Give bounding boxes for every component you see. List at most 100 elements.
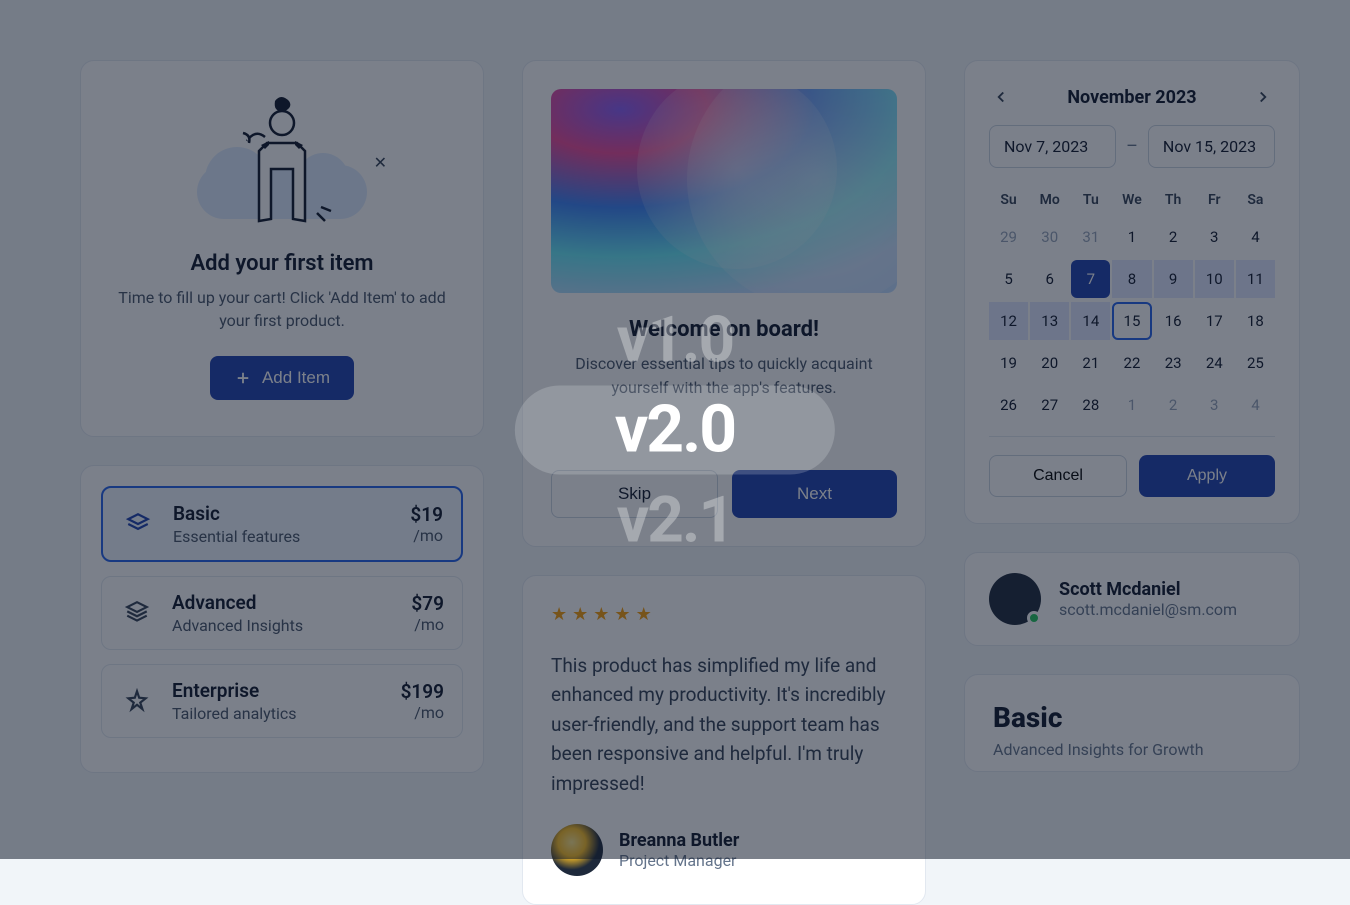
plan-period: /mo	[401, 703, 444, 722]
calendar-day[interactable]: 7	[1071, 260, 1110, 298]
empty-title: Add your first item	[109, 251, 455, 276]
star-icon: ★	[593, 604, 609, 625]
user-card[interactable]: Scott Mcdaniel scott.mcdaniel@sm.com	[964, 552, 1300, 646]
calendar-day[interactable]: 16	[1154, 302, 1193, 340]
calendar-day[interactable]: 22	[1112, 344, 1151, 382]
calendar-day[interactable]: 3	[1195, 218, 1234, 256]
dow-header: We	[1112, 186, 1151, 214]
calendar-day[interactable]: 31	[1071, 218, 1110, 256]
illustration: ✕	[177, 93, 387, 233]
onboarding-image	[551, 89, 897, 293]
plan-name: Advanced	[172, 591, 393, 614]
layers-icon	[121, 507, 155, 541]
plan-description: Advanced Insights	[172, 616, 393, 635]
calendar-day[interactable]: 30	[1030, 218, 1069, 256]
calendar-day[interactable]: 3	[1195, 386, 1234, 424]
star-icon: ★	[551, 604, 567, 625]
plan-option-basic[interactable]: Basic Essential features $19 /mo	[101, 486, 463, 562]
basic-title: Basic	[993, 701, 1271, 734]
calendar-day[interactable]: 24	[1195, 344, 1234, 382]
calendar-day[interactable]: 19	[989, 344, 1028, 382]
plans-card: Basic Essential features $19 /mo Advance…	[80, 465, 484, 773]
layers-icon	[120, 684, 154, 718]
dow-header: Fr	[1195, 186, 1234, 214]
calendar-day[interactable]: 27	[1030, 386, 1069, 424]
prev-month-button[interactable]	[989, 85, 1013, 109]
calendar-day[interactable]: 23	[1154, 344, 1193, 382]
calendar-day[interactable]: 5	[989, 260, 1028, 298]
calendar-day[interactable]: 2	[1154, 218, 1193, 256]
star-icon: ★	[636, 604, 652, 625]
calendar-day[interactable]: 2	[1154, 386, 1193, 424]
calendar-day[interactable]: 26	[989, 386, 1028, 424]
skip-button[interactable]: Skip	[551, 470, 718, 518]
chevron-right-icon	[1254, 88, 1272, 106]
next-button[interactable]: Next	[732, 470, 897, 518]
onboarding-card: Welcome on board! Discover essential tip…	[522, 60, 926, 547]
calendar-day[interactable]: 4	[1236, 218, 1275, 256]
end-date-input[interactable]: Nov 15, 2023	[1148, 125, 1275, 168]
star-icon: ★	[614, 604, 630, 625]
basic-plan-card: Basic Advanced Insights for Growth	[964, 674, 1300, 772]
author-name: Breanna Butler	[619, 830, 739, 851]
chevron-left-icon	[992, 88, 1010, 106]
calendar-day[interactable]: 28	[1071, 386, 1110, 424]
apply-button[interactable]: Apply	[1139, 455, 1275, 497]
dow-header: Sa	[1236, 186, 1275, 214]
calendar-day[interactable]: 8	[1112, 260, 1151, 298]
dow-header: Su	[989, 186, 1028, 214]
onboarding-title: Welcome on board!	[551, 317, 897, 342]
calendar-day[interactable]: 10	[1195, 260, 1234, 298]
online-indicator-icon	[1027, 611, 1041, 625]
calendar-day[interactable]: 6	[1030, 260, 1069, 298]
calendar-day[interactable]: 18	[1236, 302, 1275, 340]
calendar-day[interactable]: 14	[1071, 302, 1110, 340]
author-role: Project Manager	[619, 851, 739, 870]
plan-description: Essential features	[173, 527, 392, 546]
add-item-button[interactable]: Add Item	[210, 356, 354, 400]
empty-state-card: ✕ Add your first item Time to fill up yo…	[80, 60, 484, 437]
add-item-label: Add Item	[262, 368, 330, 388]
star-icon: ★	[572, 604, 588, 625]
calendar-day[interactable]: 15	[1112, 302, 1151, 340]
onboarding-subtitle: Discover essential tips to quickly acqua…	[551, 352, 897, 400]
plan-price: $79	[411, 592, 444, 615]
testimonial-card: ★★★★★ This product has simplified my lif…	[522, 575, 926, 905]
calendar-day[interactable]: 13	[1030, 302, 1069, 340]
star-rating: ★★★★★	[551, 604, 897, 625]
calendar-day[interactable]: 20	[1030, 344, 1069, 382]
plan-period: /mo	[410, 526, 443, 545]
cancel-button[interactable]: Cancel	[989, 455, 1127, 497]
user-avatar	[989, 573, 1041, 625]
calendar-day[interactable]: 12	[989, 302, 1028, 340]
calendar-day[interactable]: 21	[1071, 344, 1110, 382]
empty-subtitle: Time to fill up your cart! Click 'Add It…	[109, 286, 455, 332]
plan-option-enterprise[interactable]: Enterprise Tailored analytics $199 /mo	[101, 664, 463, 738]
calendar-month: November 2023	[1067, 87, 1196, 108]
dow-header: Th	[1154, 186, 1193, 214]
calendar-day[interactable]: 9	[1154, 260, 1193, 298]
plan-name: Enterprise	[172, 679, 383, 702]
plan-period: /mo	[411, 615, 444, 634]
dow-header: Mo	[1030, 186, 1069, 214]
date-range-picker: November 2023 Nov 7, 2023 – Nov 15, 2023…	[964, 60, 1300, 524]
user-email: scott.mcdaniel@sm.com	[1059, 600, 1237, 619]
plan-price: $19	[410, 503, 443, 526]
start-date-input[interactable]: Nov 7, 2023	[989, 125, 1116, 168]
calendar-day[interactable]: 4	[1236, 386, 1275, 424]
calendar-day[interactable]: 17	[1195, 302, 1234, 340]
basic-subtitle: Advanced Insights for Growth	[993, 740, 1271, 759]
testimonial-text: This product has simplified my life and …	[551, 651, 897, 798]
calendar-day[interactable]: 1	[1112, 218, 1151, 256]
author-avatar	[551, 824, 603, 876]
plan-option-advanced[interactable]: Advanced Advanced Insights $79 /mo	[101, 576, 463, 650]
calendar-day[interactable]: 11	[1236, 260, 1275, 298]
dow-header: Tu	[1071, 186, 1110, 214]
next-month-button[interactable]	[1251, 85, 1275, 109]
plan-name: Basic	[173, 502, 392, 525]
testimonial-author: Breanna Butler Project Manager	[551, 824, 897, 876]
calendar-day[interactable]: 25	[1236, 344, 1275, 382]
user-name: Scott Mcdaniel	[1059, 579, 1237, 600]
calendar-day[interactable]: 29	[989, 218, 1028, 256]
calendar-day[interactable]: 1	[1112, 386, 1151, 424]
